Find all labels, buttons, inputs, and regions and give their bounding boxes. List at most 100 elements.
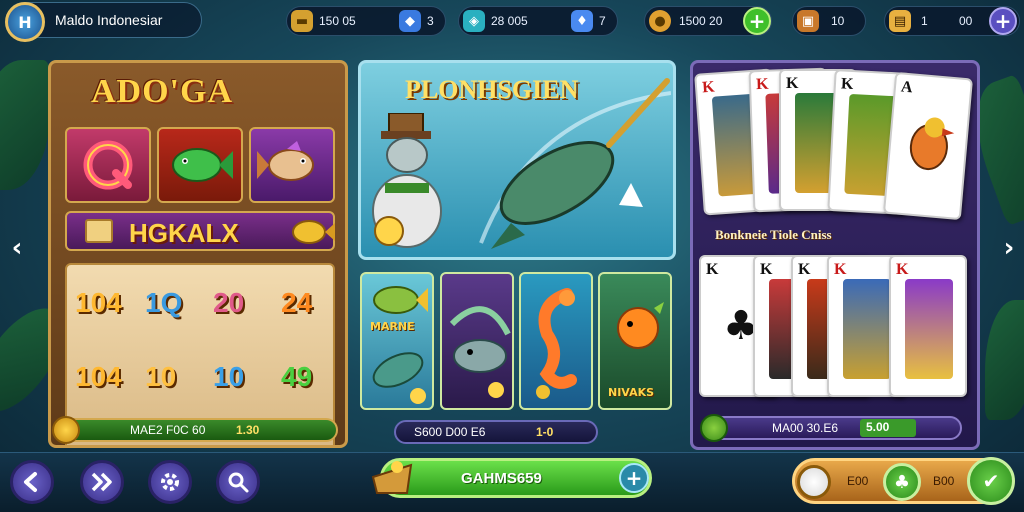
- coin-icon: [700, 414, 728, 442]
- card-rank: K: [755, 75, 769, 94]
- mini-game-card-seahorse[interactable]: [519, 272, 593, 410]
- play-main-button[interactable]: GAHMS659 +: [371, 458, 652, 498]
- red-q-symbol-icon: [65, 127, 151, 203]
- next-arrow-button[interactable]: ›: [996, 228, 1022, 268]
- search-icon: [228, 472, 249, 493]
- card-art: [843, 279, 891, 379]
- playing-card[interactable]: K: [889, 255, 967, 397]
- swordfish-icon: [479, 78, 671, 249]
- resource-pill-cards: ▤ 1 00 +: [884, 6, 1020, 36]
- fishing-game-card-plonhsgien[interactable]: PLONHSGIEN: [358, 60, 676, 260]
- resource-pill-crystal-diamond: ◈ 28 005 ♦ 7: [458, 6, 618, 36]
- gold-value: 150 05: [319, 14, 356, 28]
- tuna-icon: [372, 352, 426, 404]
- gem-value: 3: [427, 14, 434, 28]
- playing-card[interactable]: A: [882, 71, 974, 221]
- footer-label: MAE2 F0C 60: [130, 423, 206, 437]
- back-arrow-icon: [24, 472, 37, 492]
- mini-game-card-marine[interactable]: MARNE: [360, 272, 434, 410]
- settings-button[interactable]: [148, 460, 192, 504]
- card-game-caption: Bonkneie Tiole Cniss: [715, 227, 832, 242]
- mini-game-card-nivaks[interactable]: NIVAKS: [598, 272, 672, 410]
- number-symbol: 1Q: [145, 287, 183, 318]
- pufferfish-icon: [617, 302, 664, 349]
- number-symbol: 24: [281, 287, 313, 318]
- purple-fish-symbol-icon: [249, 127, 335, 203]
- fisherman-character-icon: [372, 113, 442, 248]
- crystal-value: 28 005: [491, 14, 528, 28]
- footer-label: S600 D00 E6: [414, 425, 486, 439]
- chest-value: 10: [831, 14, 845, 28]
- left-game-footer-bar[interactable]: MAE2 F0C 60 1.30: [52, 416, 338, 444]
- card-rank: K: [760, 261, 773, 278]
- slot-symbol-row: [65, 127, 335, 203]
- right-game-footer-bar[interactable]: MA00 30.E6 5.00: [700, 414, 962, 442]
- card-box-icon: ▤: [889, 10, 911, 32]
- card-rank: K: [840, 75, 854, 94]
- resource-pill-coins: ● 1500 20 +: [644, 6, 772, 36]
- slot-game-card-adoga[interactable]: ADO'GA HGKALX 104 1Q 20 24 104 10 10 49: [48, 60, 348, 448]
- card-game-panel[interactable]: K K K K A Bonkneie Tiole Cniss K ♣ K K K…: [690, 60, 980, 450]
- footer-value: 1-0: [536, 425, 554, 439]
- game-title: ADO'GA: [91, 73, 233, 110]
- coin-stack-icon: ●: [649, 10, 671, 32]
- confirm-button[interactable]: ✔: [967, 457, 1015, 505]
- mini-game-label: MARNE: [370, 320, 415, 333]
- logo-badge-icon: H: [5, 2, 45, 42]
- crystal-icon: ◈: [463, 10, 485, 32]
- app-logo-area[interactable]: H Maldo Indonesiar: [5, 2, 202, 42]
- diamond-value: 7: [599, 14, 606, 28]
- card-rank: K: [701, 78, 716, 97]
- gem-icon: ◆: [399, 10, 421, 32]
- treasure-bag-icon: [371, 461, 413, 494]
- jungle-leaf: [0, 60, 50, 190]
- card-rank: K: [834, 261, 847, 278]
- green-fish-symbol-icon: [157, 127, 243, 203]
- number-symbol: 104: [75, 361, 122, 392]
- resource-pill-gold-gems: ▬ 150 05 ◆ 3: [286, 6, 446, 36]
- back-button[interactable]: [10, 460, 54, 504]
- number-symbol: 20: [213, 287, 245, 318]
- banner-text: HGKALX: [129, 218, 239, 248]
- yellow-fish-icon: [292, 220, 335, 244]
- card-rank: K: [786, 75, 799, 92]
- coin-b-value: B00: [933, 474, 955, 488]
- coin-a-value: E00: [847, 474, 869, 488]
- card-rank: K: [798, 261, 811, 278]
- coins-value: 1500 20: [679, 14, 723, 28]
- coin-actions-panel: E00 ♣ B00 ✔: [792, 457, 1015, 505]
- cards-value: 1: [921, 14, 928, 28]
- treasure-chest-icon: ▣: [797, 10, 819, 32]
- fast-forward-button[interactable]: [80, 460, 124, 504]
- mini-game-card-shark[interactable]: [440, 272, 514, 410]
- footer-value: 1.30: [236, 423, 260, 437]
- mini-game-label: NIVAKS: [608, 386, 655, 399]
- fast-forward-icon: [91, 472, 112, 492]
- jungle-leaf: [985, 300, 1024, 420]
- prev-arrow-button[interactable]: ‹: [4, 228, 30, 268]
- number-symbol: 10: [213, 361, 245, 392]
- card-art: [905, 279, 953, 379]
- resource-pill-chest: ▣ 10: [792, 6, 866, 36]
- coin-icon[interactable]: [797, 465, 831, 499]
- bird-icon: [909, 117, 955, 171]
- footer-label: MA00 30.E6: [772, 421, 839, 435]
- shark-icon: [449, 306, 511, 398]
- diamond-icon: ♦: [571, 10, 593, 32]
- add-cards-button[interactable]: +: [989, 7, 1017, 35]
- seahorse-icon: [536, 288, 577, 399]
- card-rank: K: [896, 261, 909, 278]
- card-rank: K: [706, 261, 719, 278]
- number-symbol: 10: [145, 361, 177, 392]
- cards-secondary-value: 00: [959, 14, 973, 28]
- card-rank: A: [900, 78, 914, 97]
- gift-icon: [85, 219, 113, 243]
- top-bar: H Maldo Indonesiar ▬ 150 05 ◆ 3 ◈ 28 005…: [0, 0, 1024, 46]
- add-coins-button[interactable]: +: [743, 7, 771, 35]
- coin-icon: [52, 416, 80, 444]
- add-button[interactable]: +: [619, 463, 649, 493]
- clover-button[interactable]: ♣: [883, 463, 921, 501]
- search-button[interactable]: [216, 460, 260, 504]
- middle-game-footer-bar[interactable]: S600 D00 E6 1-0: [394, 420, 598, 444]
- game-banner: HGKALX: [65, 211, 335, 251]
